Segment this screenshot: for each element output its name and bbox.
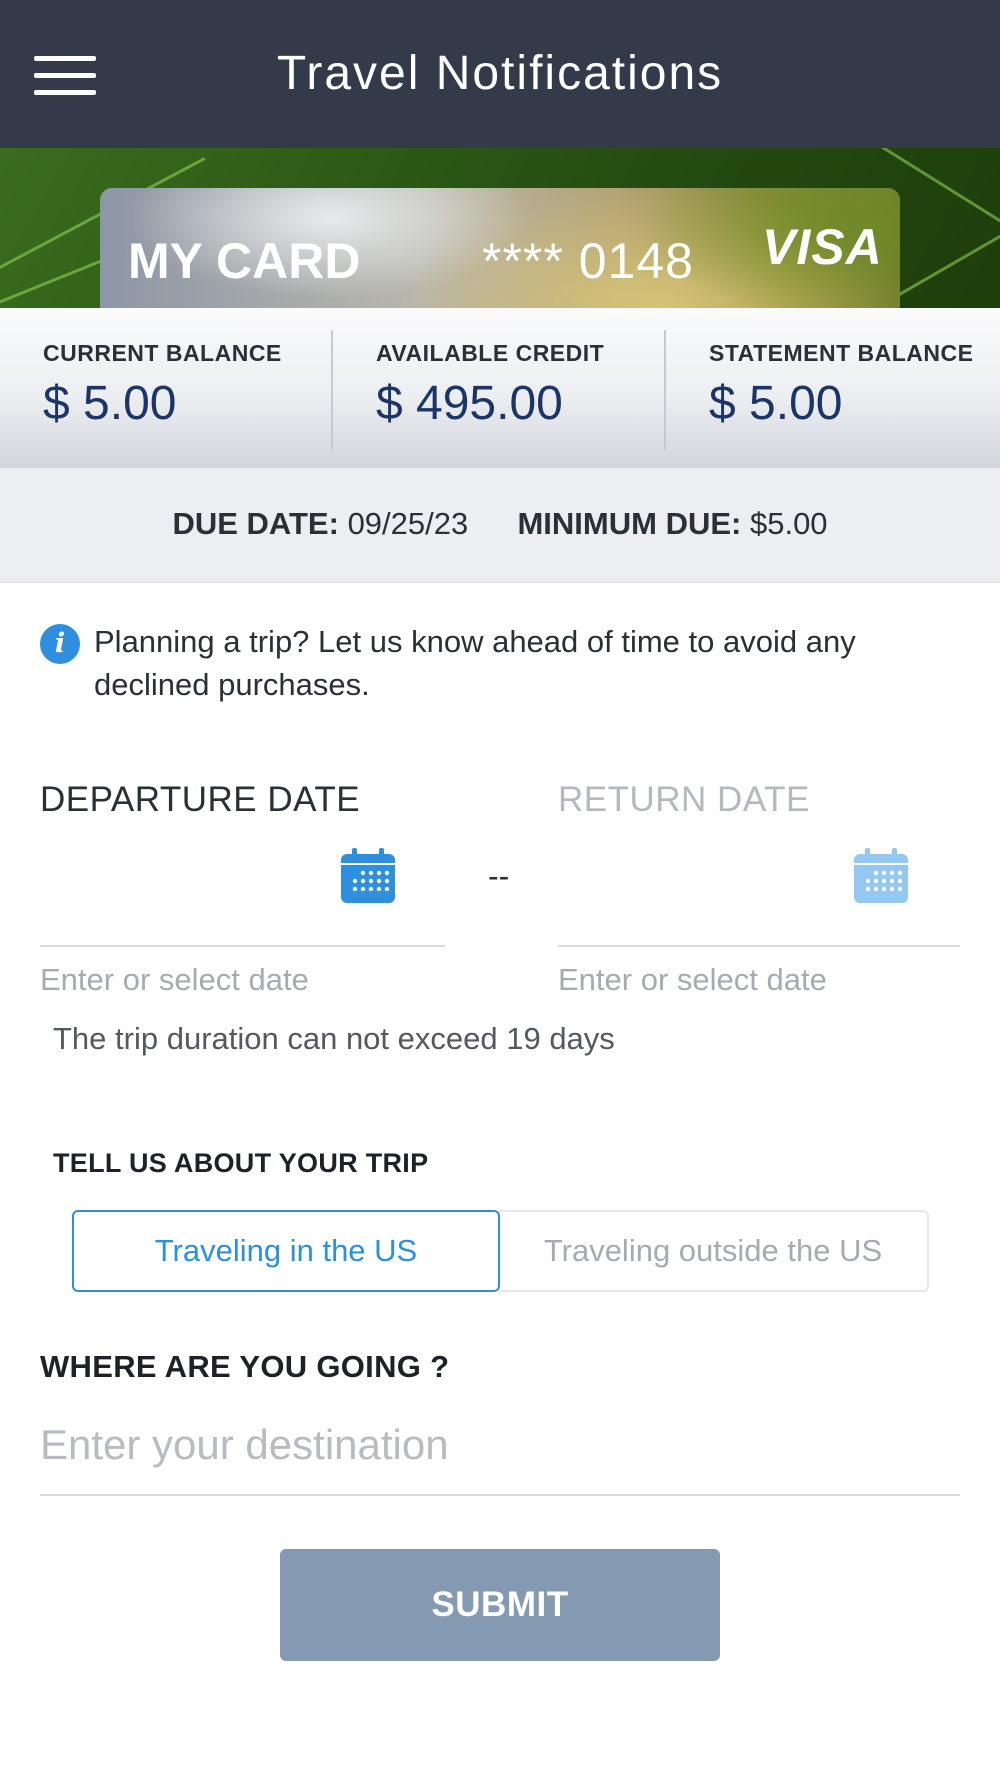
destination-label: WHERE ARE YOU GOING ? [40,1349,450,1384]
duration-note: The trip duration can not exceed 19 days [53,1021,615,1056]
departure-date-label: DEPARTURE DATE [40,780,361,819]
calendar-icon[interactable] [853,848,909,904]
card-name: MY CARD [128,233,361,289]
calendar-icon[interactable] [340,848,396,904]
minimum-due-value: $5.00 [749,506,828,541]
departure-date-field[interactable] [40,945,445,947]
info-icon: i [40,624,80,664]
departure-date-hint: Enter or select date [40,962,309,997]
minimum-due-label: MINIMUM DUE: [517,506,742,541]
due-info: DUE DATE: 09/25/23 MINIMUM DUE: $5.00 [0,468,1000,583]
available-credit-value: $ 495.00 [376,377,563,430]
statement-balance: STATEMENT BALANCE $ 5.00 [665,308,1000,468]
date-separator: -- [488,858,510,894]
available-credit: AVAILABLE CREDIT $ 495.00 [332,308,665,468]
return-date-field[interactable] [558,945,960,947]
info-text: Planning a trip? Let us know ahead of ti… [94,624,856,702]
trip-type-toggle: Traveling in the US Traveling outside th… [72,1210,930,1292]
trip-section-label: TELL US ABOUT YOUR TRIP [53,1148,429,1178]
statement-balance-value: $ 5.00 [709,377,843,430]
destination-underline [40,1494,960,1496]
current-balance-label: CURRENT BALANCE [43,340,282,366]
current-balance-value: $ 5.00 [43,377,177,430]
card-number: **** 0148 [482,233,694,289]
visa-logo: VISA [762,219,883,275]
available-credit-label: AVAILABLE CREDIT [376,340,605,366]
due-date-label: DUE DATE: [172,506,339,541]
return-date-label: RETURN DATE [558,780,810,819]
app-header: Travel Notifications [0,0,1000,148]
destination-input[interactable] [40,1415,960,1475]
traveling-outside-us-option[interactable]: Traveling outside the US [499,1210,929,1292]
return-date-hint: Enter or select date [558,962,827,997]
due-date-value: 09/25/23 [347,506,469,541]
card-banner: MY CARD **** 0148 VISA [0,148,1000,308]
current-balance: CURRENT BALANCE $ 5.00 [0,308,332,468]
statement-balance-label: STATEMENT BALANCE [709,340,974,366]
submit-button[interactable]: SUBMIT [280,1549,720,1661]
balance-summary: CURRENT BALANCE $ 5.00 AVAILABLE CREDIT … [0,308,1000,468]
traveling-in-us-option[interactable]: Traveling in the US [72,1210,500,1292]
page-title: Travel Notifications [276,47,724,100]
card-image[interactable]: MY CARD **** 0148 VISA [100,188,900,308]
